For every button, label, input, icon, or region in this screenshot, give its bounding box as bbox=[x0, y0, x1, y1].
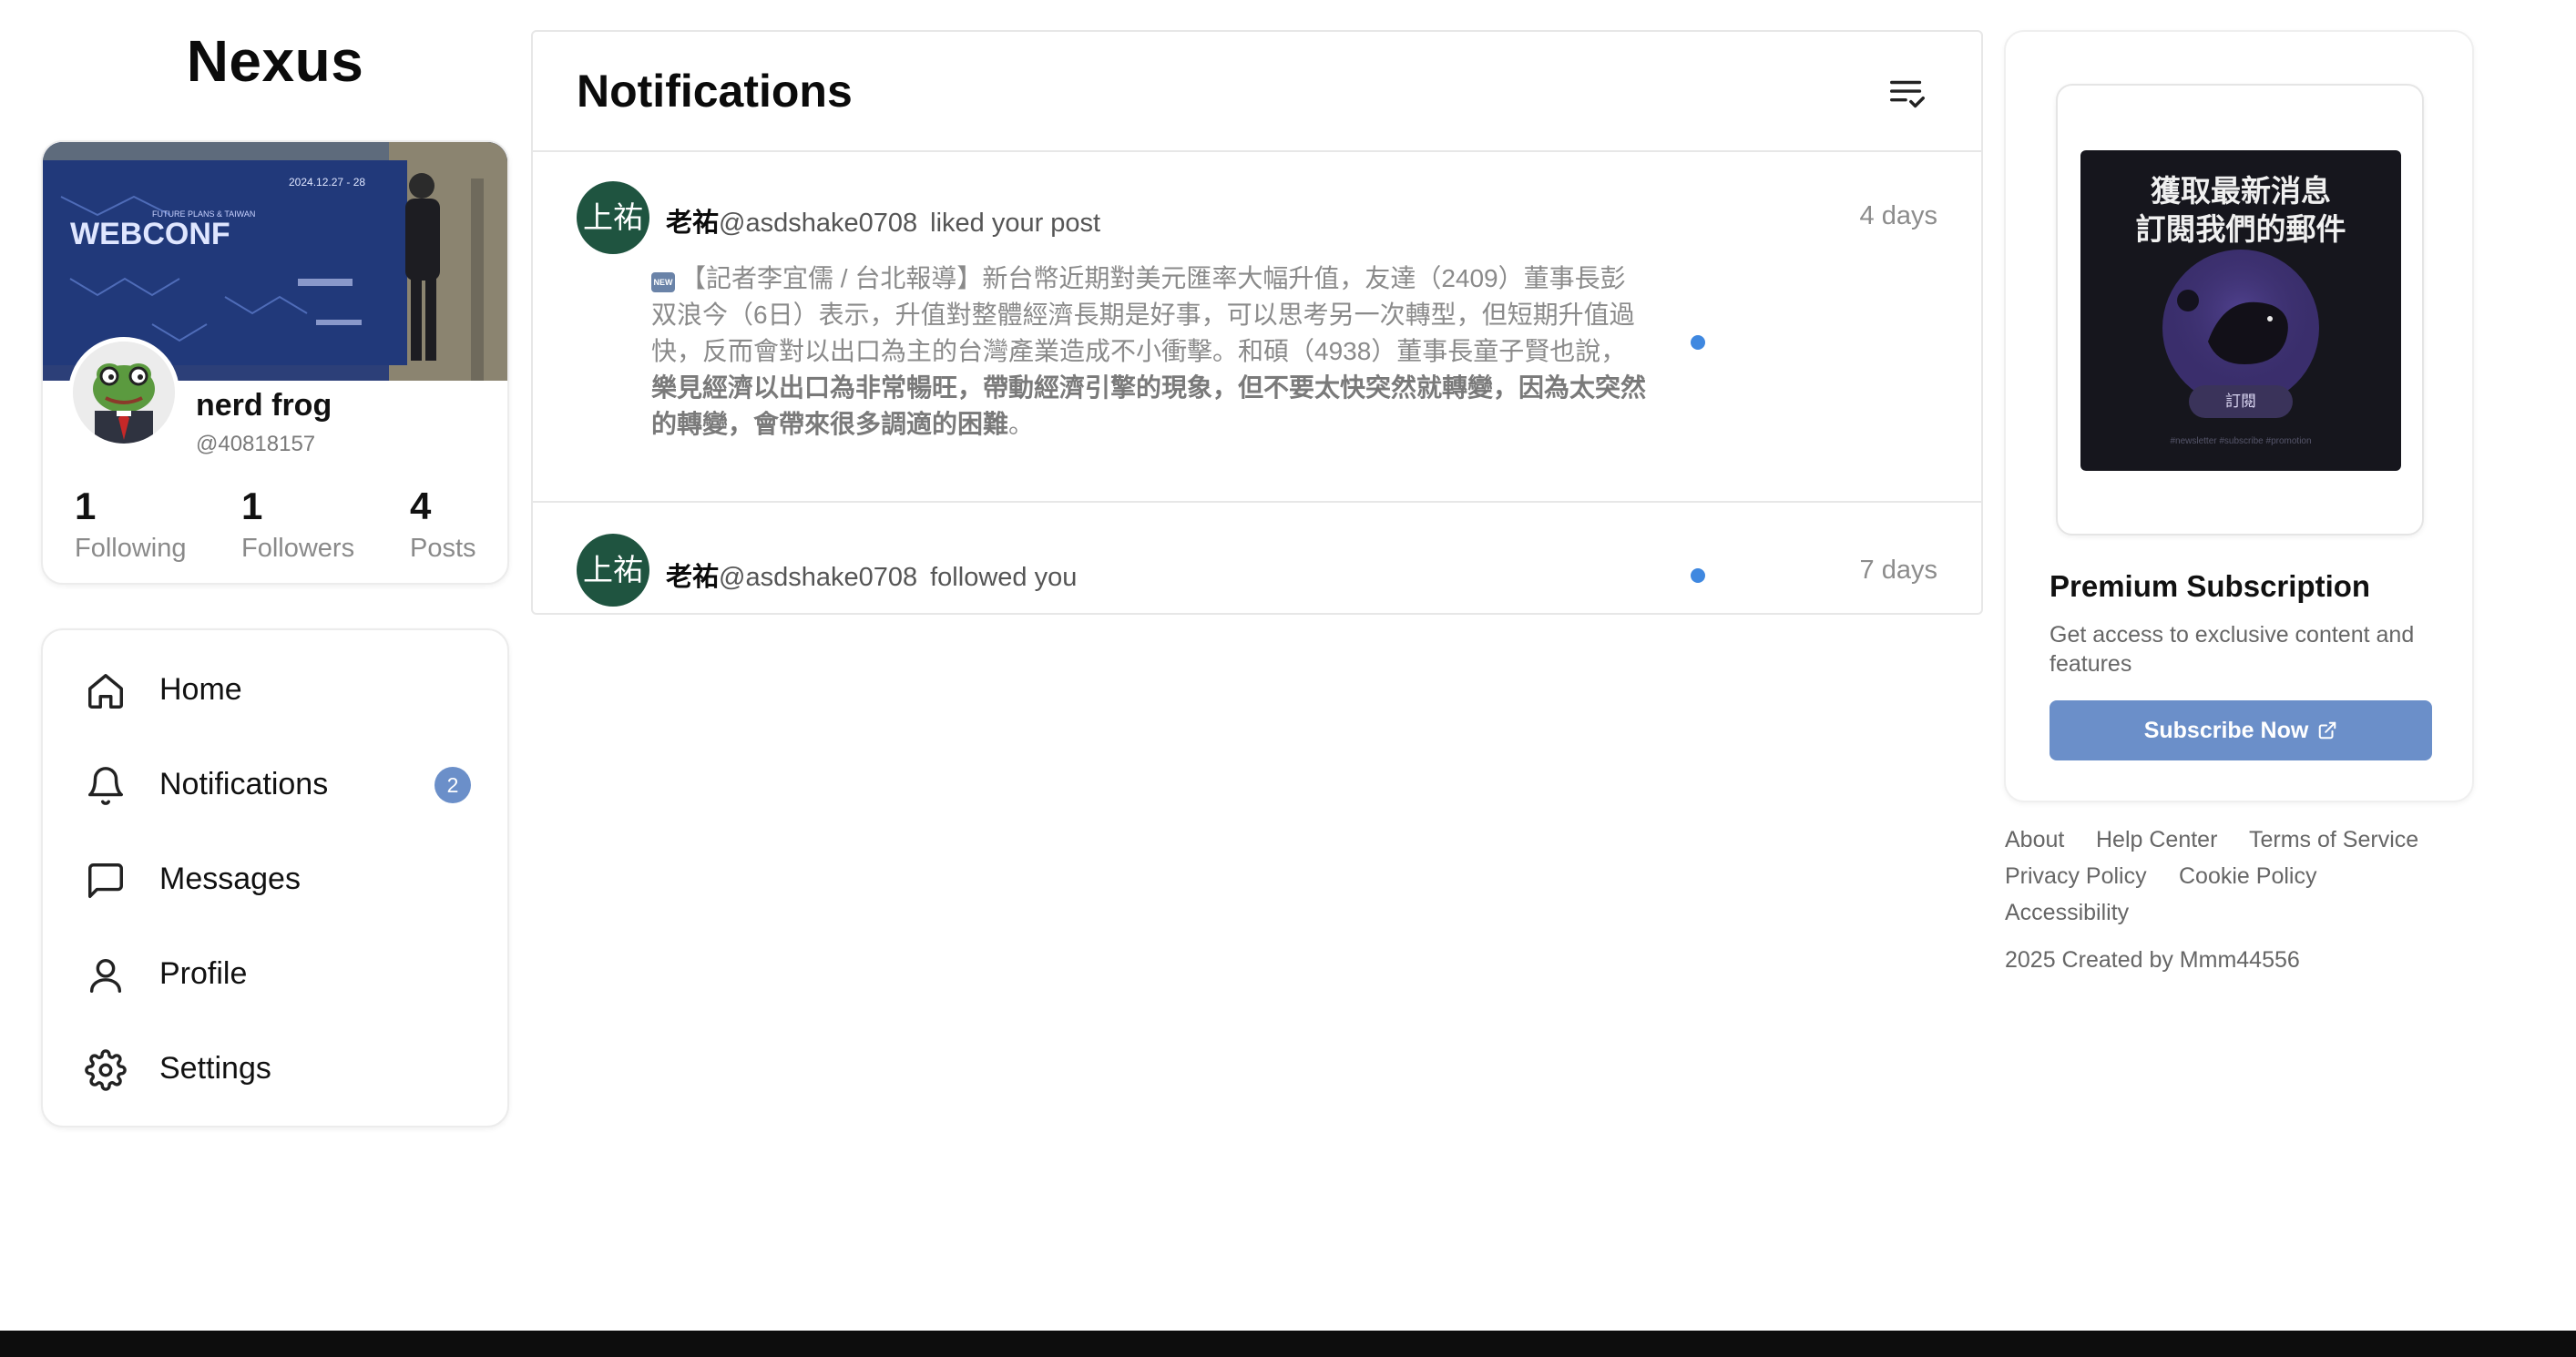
profile-name[interactable]: nerd frog bbox=[196, 388, 332, 423]
bird-illustration-icon bbox=[2162, 250, 2319, 406]
premium-description: Get access to exclusive content and feat… bbox=[2050, 622, 2415, 677]
footer-link-accessibility[interactable]: Accessibility bbox=[2005, 900, 2129, 926]
message-icon bbox=[88, 863, 123, 898]
stat-posts[interactable]: 4 Posts bbox=[410, 485, 476, 564]
mark-all-read-icon[interactable] bbox=[1886, 72, 1928, 114]
stat-followers-label: Followers bbox=[241, 534, 355, 563]
user-icon bbox=[89, 958, 122, 993]
frog-avatar-image bbox=[73, 342, 175, 444]
excerpt-end: 。 bbox=[1008, 410, 1035, 438]
notification-item[interactable]: 上祐 老祐@asdshake0708 liked your post 4 days… bbox=[533, 154, 1981, 503]
notification-item[interactable]: 上祐 老祐@asdshake0708 followed you 7 days bbox=[533, 505, 1981, 614]
notification-user-handle[interactable]: @asdshake0708 bbox=[719, 563, 917, 592]
subscribe-now-label: Subscribe Now bbox=[2143, 718, 2309, 743]
nav-item-label: Profile bbox=[159, 956, 248, 991]
notification-action: liked your post bbox=[930, 209, 1101, 238]
svg-text:2024.12.27 - 28: 2024.12.27 - 28 bbox=[289, 176, 365, 189]
notification-avatar[interactable]: 上祐 bbox=[577, 534, 649, 607]
stat-following-count: 1 bbox=[75, 485, 97, 527]
profile-stats: 1 Following 1 Followers 4 Posts bbox=[43, 485, 507, 576]
excerpt-bold-text: 樂見經濟以出口為非常暢旺，帶動經濟引擎的現象，但不要太快突然就轉變，因為太突然的… bbox=[651, 373, 1647, 438]
ad-frame[interactable]: 獲取最新消息 訂閱我們的郵件 訂閱 #newsletter #subscribe… bbox=[2056, 84, 2424, 536]
ad-subscribe-button[interactable]: 訂閱 bbox=[2189, 385, 2293, 418]
notification-user-name[interactable]: 老祐 bbox=[666, 209, 719, 238]
bell-icon bbox=[88, 767, 123, 805]
nav-item-profile[interactable]: Profile bbox=[43, 934, 511, 1016]
nav-item-home[interactable]: Home bbox=[43, 650, 511, 732]
nav-item-notifications[interactable]: Notifications 2 bbox=[43, 745, 511, 827]
unread-indicator bbox=[1691, 568, 1705, 583]
notification-user-name[interactable]: 老祐 bbox=[666, 563, 719, 592]
subscribe-now-button[interactable]: Subscribe Now bbox=[2050, 700, 2432, 760]
gear-icon bbox=[85, 1049, 127, 1091]
app-logo[interactable]: Nexus bbox=[41, 27, 509, 95]
page-title: Notifications bbox=[577, 66, 853, 117]
notifications-panel: Notifications 上祐 老祐@asdshake0708 liked yo… bbox=[531, 30, 1983, 615]
page: Nexus WEBCONF FUTURE PLANS & TAIWAN 2024… bbox=[0, 0, 2576, 1357]
stat-posts-label: Posts bbox=[410, 534, 476, 563]
svg-text:WEBCONF: WEBCONF bbox=[70, 217, 230, 251]
footer-link-terms[interactable]: Terms of Service bbox=[2249, 827, 2418, 853]
nav-item-messages[interactable]: Messages bbox=[43, 840, 511, 922]
profile-card: WEBCONF FUTURE PLANS & TAIWAN 2024.12.27… bbox=[41, 140, 509, 585]
notification-post-excerpt[interactable]: NEW 【記者李宜儒 / 台北報導】新台幣近期對美元匯率大幅升值，友達（2409）… bbox=[651, 260, 1646, 443]
avatar[interactable] bbox=[68, 337, 179, 448]
notification-action: followed you bbox=[930, 563, 1078, 592]
notification-user-handle[interactable]: @asdshake0708 bbox=[719, 209, 917, 238]
nav-item-label: Notifications bbox=[159, 767, 329, 801]
new-emoji-icon: NEW bbox=[651, 272, 675, 292]
copyright: 2025 Created by Mmm44556 bbox=[2005, 947, 2300, 973]
notification-time: 4 days bbox=[1859, 201, 1937, 230]
nav-menu: Home Notifications 2 Messages Profile Se… bbox=[41, 628, 509, 1127]
footer-link-cookie[interactable]: Cookie Policy bbox=[2179, 863, 2316, 890]
nav-item-settings[interactable]: Settings bbox=[43, 1029, 511, 1111]
notification-summary: 老祐@asdshake0708 liked your post bbox=[666, 201, 1100, 240]
stat-following[interactable]: 1 Following bbox=[75, 485, 187, 564]
notifications-badge: 2 bbox=[434, 767, 471, 803]
svg-text:FUTURE PLANS & TAIWAN: FUTURE PLANS & TAIWAN bbox=[152, 209, 255, 219]
profile-handle: @40818157 bbox=[196, 432, 316, 456]
premium-card: 獲取最新消息 訂閱我們的郵件 訂閱 #newsletter #subscribe… bbox=[2004, 30, 2474, 802]
stat-followers[interactable]: 1 Followers bbox=[241, 485, 354, 564]
nav-item-label: Messages bbox=[159, 862, 301, 896]
notification-time: 7 days bbox=[1859, 556, 1937, 585]
unread-indicator bbox=[1691, 335, 1705, 350]
premium-title: Premium Subscription bbox=[2050, 569, 2371, 603]
nav-item-label: Settings bbox=[159, 1051, 271, 1086]
bottom-bar bbox=[0, 1331, 2576, 1357]
stat-posts-count: 4 bbox=[410, 485, 432, 527]
home-icon bbox=[88, 674, 123, 709]
notifications-header: Notifications bbox=[533, 32, 1981, 152]
stat-following-label: Following bbox=[75, 534, 187, 563]
footer-link-help-center[interactable]: Help Center bbox=[2096, 827, 2217, 853]
newsletter-ad-image[interactable]: 獲取最新消息 訂閱我們的郵件 訂閱 #newsletter #subscribe… bbox=[2080, 150, 2401, 471]
notification-summary: 老祐@asdshake0708 followed you bbox=[666, 556, 1077, 594]
notification-avatar[interactable]: 上祐 bbox=[577, 181, 649, 254]
excerpt-text: 【記者李宜儒 / 台北報導】新台幣近期對美元匯率大幅升值，友達（2409）董事長… bbox=[651, 264, 1635, 365]
footer-link-privacy[interactable]: Privacy Policy bbox=[2005, 863, 2147, 890]
nav-item-label: Home bbox=[159, 672, 242, 707]
footer-link-about[interactable]: About bbox=[2005, 827, 2064, 853]
stat-followers-count: 1 bbox=[241, 485, 263, 527]
external-link-icon bbox=[2319, 721, 2336, 740]
ad-hashtags: #newsletter #subscribe #promotion bbox=[2170, 436, 2312, 446]
